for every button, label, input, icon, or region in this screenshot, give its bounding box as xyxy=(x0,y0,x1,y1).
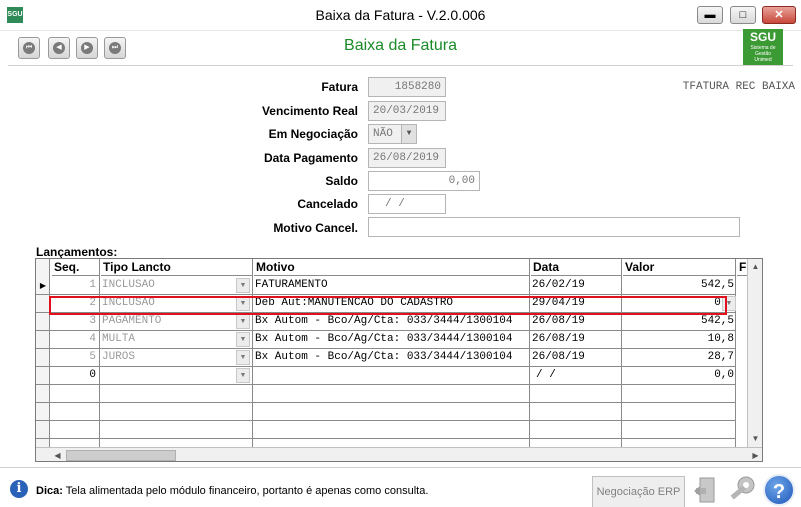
cancelado-field: / / xyxy=(368,194,446,214)
page-title: Baixa da Fatura xyxy=(344,37,457,54)
negociacao-label: Em Negociação xyxy=(268,127,358,141)
cancelado-label: Cancelado xyxy=(297,197,358,211)
saldo-label: Saldo xyxy=(325,174,358,188)
maximize-button[interactable]: □ xyxy=(730,6,756,24)
key-icon[interactable] xyxy=(726,474,758,506)
scroll-thumb[interactable] xyxy=(66,450,176,461)
form-header: ⏮ ◀ ▶ ⏭ Baixa da Fatura SGU Sistema de G… xyxy=(8,29,793,66)
form-tag: TFATURA REC BAIXA xyxy=(682,81,795,93)
tip-text: Dica: Tela alimentada pelo módulo financ… xyxy=(36,485,429,497)
data-pagamento-label: Data Pagamento xyxy=(263,151,358,165)
table-row xyxy=(36,421,736,439)
negociacao-select: NÃO ▼ xyxy=(368,124,417,144)
saldo-field: 0,00 xyxy=(368,171,480,191)
scroll-down-icon[interactable]: ▼ xyxy=(748,431,762,446)
table-row[interactable]: 3 PAGAMENTO ▼ Bx Autom - Bco/Ag/Cta: 033… xyxy=(36,313,736,331)
motivo-cancel-label: Motivo Cancel. xyxy=(273,221,358,235)
chevron-down-icon: ▼ xyxy=(401,125,416,143)
table-row[interactable]: ▶ 1 INCLUSAO ▼ FATURAMENTO 26/02/19 542,… xyxy=(36,277,736,295)
minimize-button[interactable]: ▬ xyxy=(697,6,723,24)
header-motivo[interactable]: Motivo xyxy=(254,259,530,276)
scroll-left-icon[interactable]: ◀ xyxy=(50,448,65,461)
grid-vertical-scrollbar[interactable]: ▲ ▼ xyxy=(747,259,762,447)
table-row[interactable]: 4 MULTA ▼ Bx Autom - Bco/Ag/Cta: 033/344… xyxy=(36,331,736,349)
vencimento-label: Vencimento Real xyxy=(261,104,358,118)
table-row xyxy=(36,403,736,421)
fatura-field: 1858280 xyxy=(368,77,446,97)
header-valor[interactable]: Valor xyxy=(623,259,736,276)
negociacao-erp-button[interactable]: Negociação ERP xyxy=(592,476,685,507)
chevron-down-icon[interactable]: ▼ xyxy=(236,332,250,347)
header-data[interactable]: Data xyxy=(531,259,622,276)
header-f[interactable]: F xyxy=(737,259,747,276)
motivo-cancel-field xyxy=(368,217,740,237)
table-row[interactable]: 5 JUROS ▼ Bx Autom - Bco/Ag/Cta: 033/344… xyxy=(36,349,736,367)
table-row xyxy=(36,385,736,403)
chevron-down-icon[interactable]: ▼ xyxy=(236,278,250,293)
chevron-down-icon[interactable]: ▼ xyxy=(236,314,250,329)
close-button[interactable]: ✕ xyxy=(762,6,796,24)
chevron-down-icon[interactable]: ▼ xyxy=(236,350,250,365)
scroll-right-icon[interactable]: ▶ xyxy=(748,448,762,461)
help-icon[interactable]: ? xyxy=(763,474,795,506)
table-row[interactable]: 0 ▼ / / 0,0 xyxy=(36,367,736,385)
data-pagamento-field: 26/08/2019 xyxy=(368,148,446,168)
fatura-label: Fatura xyxy=(321,80,358,94)
header-tipo[interactable]: Tipo Lancto xyxy=(101,259,253,276)
lancamentos-grid: Seq. Tipo Lancto Motivo Data Valor F ▶ 1… xyxy=(35,258,763,462)
chevron-down-icon[interactable]: ▼ xyxy=(236,368,250,383)
window-titlebar: SGU Baixa da Fatura - V.2.0.006 ▬ □ ✕ xyxy=(0,0,801,31)
info-icon: i xyxy=(10,480,28,498)
row-highlight-box xyxy=(49,296,727,315)
current-row-icon: ▶ xyxy=(39,281,47,290)
lancamentos-label: Lançamentos: xyxy=(36,245,118,259)
footer: i Dica: Tela alimentada pelo módulo fina… xyxy=(0,467,801,507)
exit-door-icon[interactable] xyxy=(692,474,724,506)
header-seq[interactable]: Seq. xyxy=(52,259,100,276)
sgu-logo: SGU Sistema de Gestão Unimed xyxy=(743,29,783,65)
window-title: Baixa da Fatura - V.2.0.006 xyxy=(315,7,486,23)
vencimento-field: 20/03/2019 xyxy=(368,101,446,121)
scroll-up-icon[interactable]: ▲ xyxy=(748,259,762,274)
grid-horizontal-scrollbar[interactable]: ◀ ▶ xyxy=(36,447,762,461)
